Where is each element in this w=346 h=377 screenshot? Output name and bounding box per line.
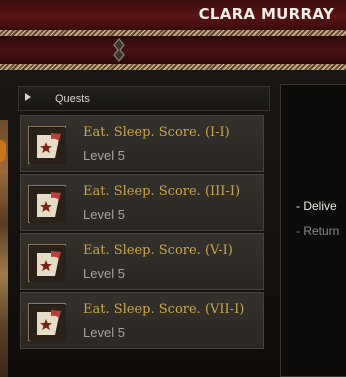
expand-arrow-icon[interactable]	[25, 93, 31, 101]
quest-item[interactable]: Eat. Sleep. Score. (III-I) Level 5	[20, 174, 264, 231]
scroll-star-icon	[28, 244, 66, 282]
objective-return: - Return	[296, 224, 340, 238]
quest-name: Eat. Sleep. Score. (I-I)	[83, 125, 230, 140]
quest-name: Eat. Sleep. Score. (VII-I)	[83, 302, 245, 317]
quest-name: Eat. Sleep. Score. (V-I)	[83, 243, 233, 258]
quests-panel: Quests Eat. Sleep. Score. (I-I) Level 5 …	[18, 86, 272, 351]
scroll-star-icon	[28, 126, 66, 164]
quest-item[interactable]: Eat. Sleep. Score. (I-I) Level 5	[20, 115, 264, 172]
player-name: CLARA MURRAY	[198, 5, 334, 23]
quests-title: Quests	[55, 93, 90, 105]
objective-deliver: - Delive	[296, 199, 337, 213]
quest-item[interactable]: Eat. Sleep. Score. (VII-I) Level 5	[20, 292, 264, 349]
ornament-emblem-icon	[113, 38, 125, 62]
quest-level: Level 5	[83, 148, 125, 163]
quest-level: Level 5	[83, 207, 125, 222]
quests-header[interactable]: Quests	[18, 86, 270, 111]
left-artwork	[0, 120, 8, 377]
left-art-accent	[0, 140, 6, 162]
top-bar: CLARA MURRAY	[0, 0, 346, 30]
title-band	[0, 36, 346, 64]
quest-item[interactable]: Eat. Sleep. Score. (V-I) Level 5	[20, 233, 264, 290]
scroll-star-icon	[28, 303, 66, 341]
quest-level: Level 5	[83, 266, 125, 281]
scroll-star-icon	[28, 185, 66, 223]
quest-level: Level 5	[83, 325, 125, 340]
quest-name: Eat. Sleep. Score. (III-I)	[83, 184, 241, 199]
